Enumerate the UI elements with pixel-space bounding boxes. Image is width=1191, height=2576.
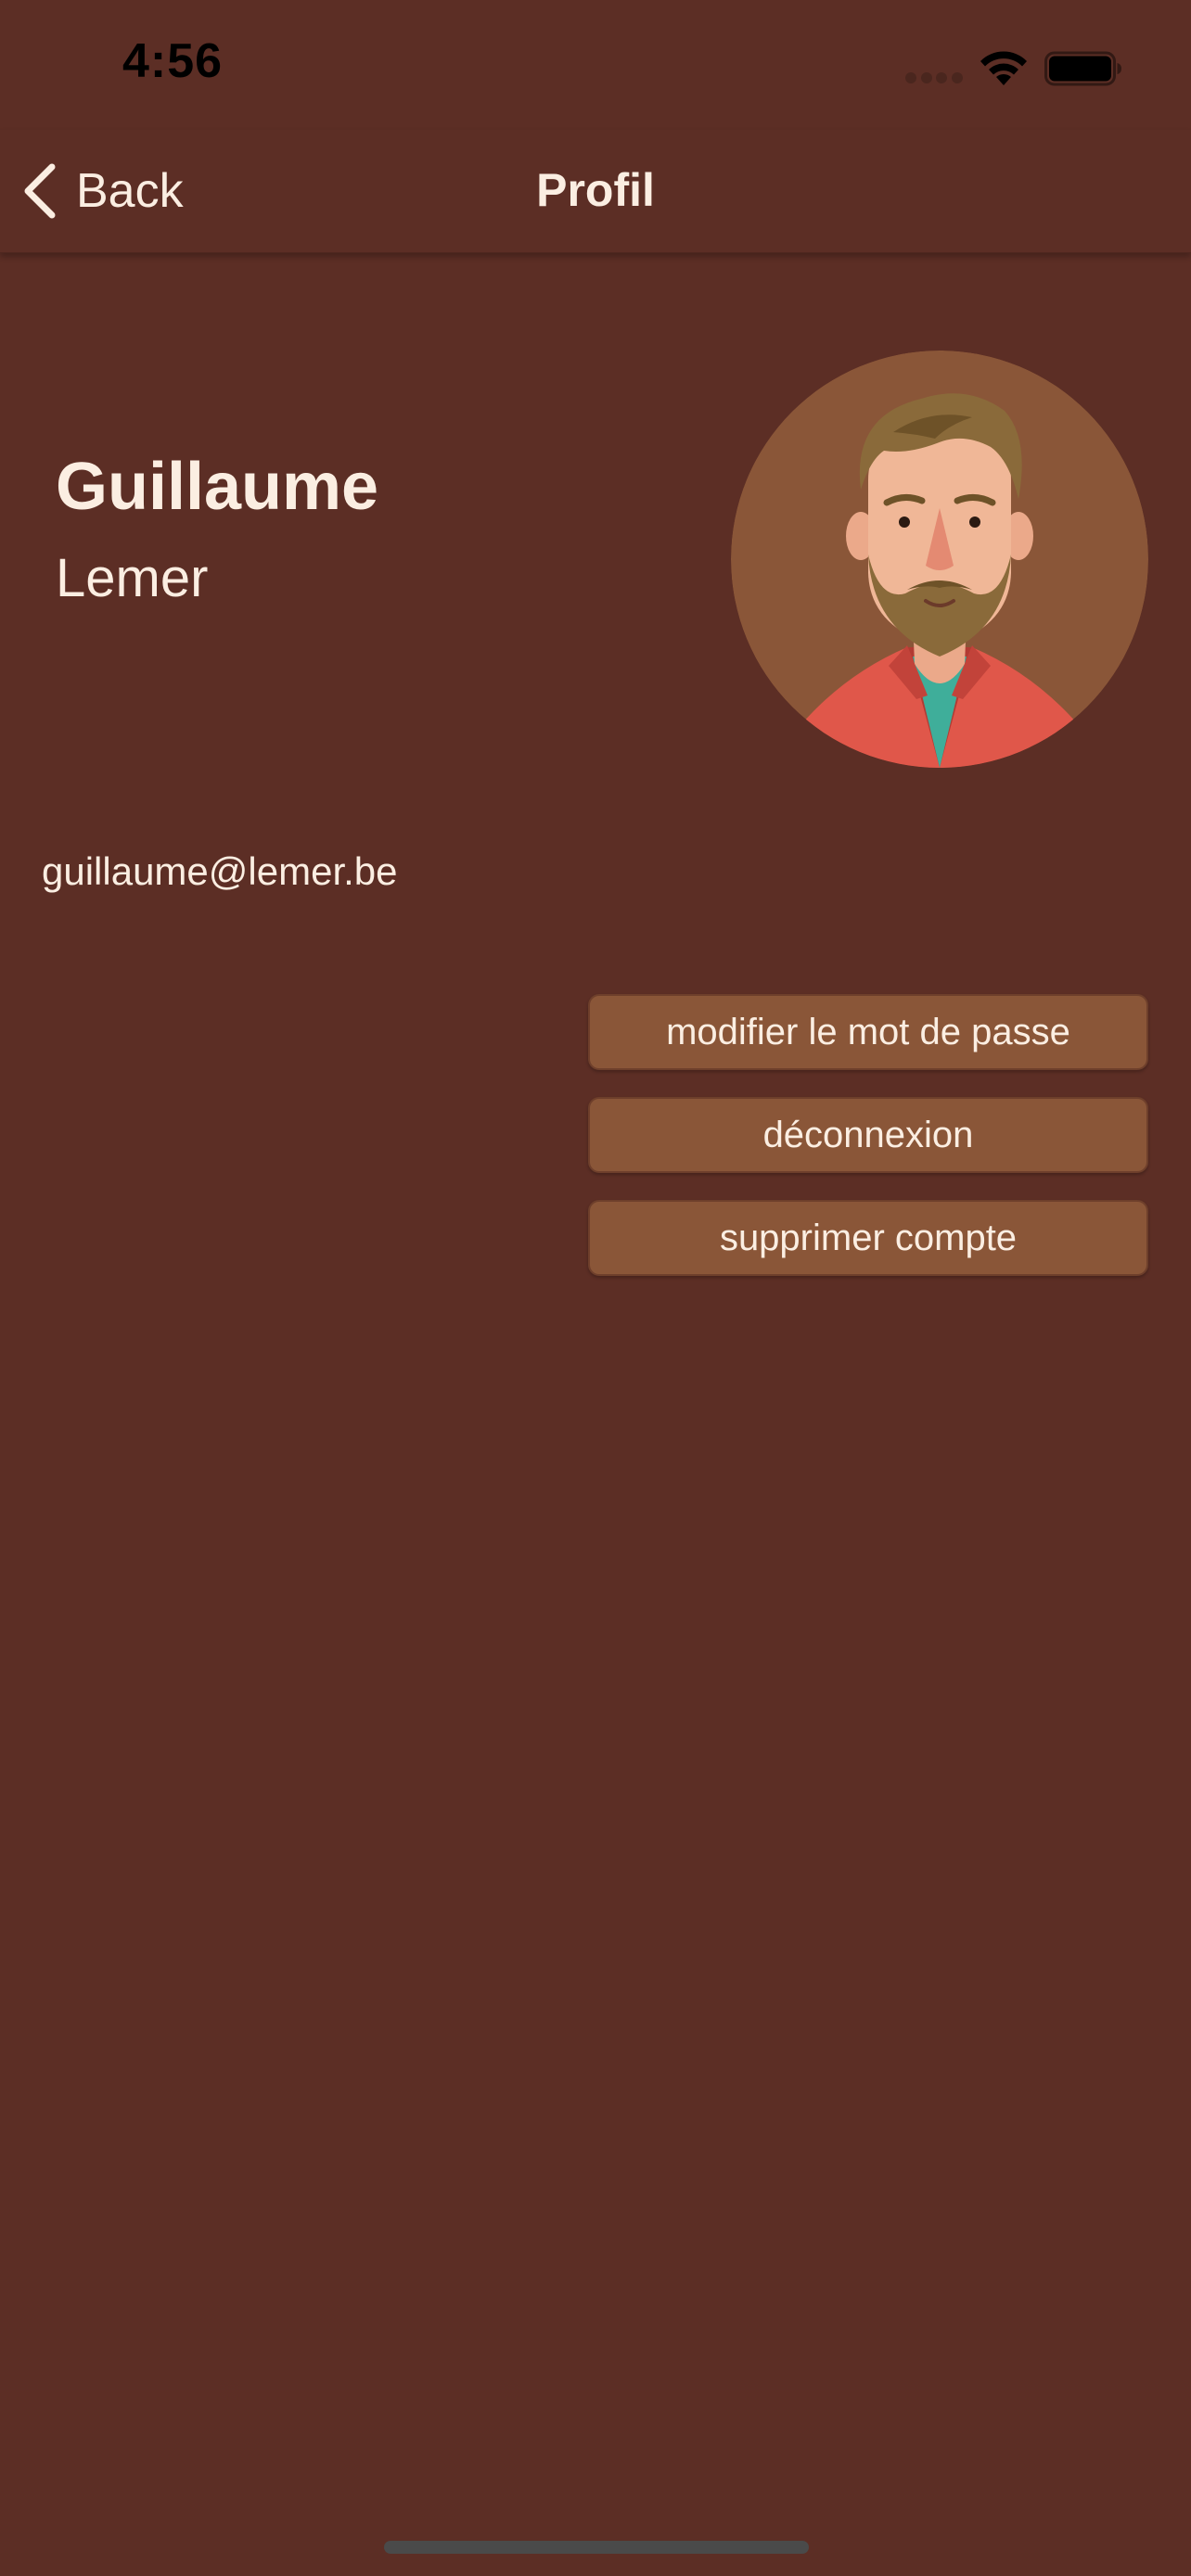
page-title: Profil (536, 164, 655, 216)
profile-screen: 4:56 Back Profil Guillaume Lemer guillau… (0, 0, 1191, 2576)
status-time: 4:56 (122, 34, 224, 88)
cellular-signal-icon (905, 72, 963, 83)
change-password-button[interactable]: modifier le mot de passe (588, 994, 1148, 1070)
wifi-icon (980, 51, 1027, 85)
battery-icon (1044, 51, 1121, 86)
avatar (731, 351, 1148, 768)
bearded-man-avatar-icon (731, 351, 1148, 768)
last-name: Lemer (56, 548, 209, 608)
home-indicator[interactable] (384, 2541, 809, 2554)
delete-account-button[interactable]: supprimer compte (588, 1200, 1148, 1276)
navigation-bar: Back Profil (0, 130, 1191, 253)
logout-button[interactable]: déconnexion (588, 1097, 1148, 1173)
status-bar: 4:56 (0, 0, 1191, 130)
email-address: guillaume@lemer.be (42, 849, 398, 893)
first-name: Guillaume (56, 450, 379, 524)
